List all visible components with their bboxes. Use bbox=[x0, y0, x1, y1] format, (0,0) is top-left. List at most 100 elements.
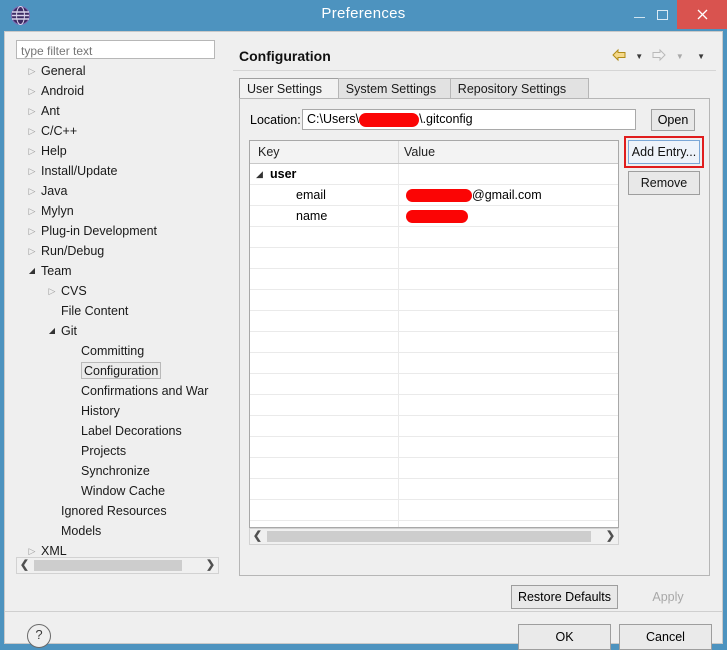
sidebar-item-label: XML bbox=[41, 544, 67, 555]
sidebar-item-history[interactable]: History bbox=[16, 401, 219, 421]
table-row-empty[interactable] bbox=[250, 311, 618, 332]
config-table[interactable]: Key Value ◢ user email @gmail.com name bbox=[249, 140, 619, 528]
sidebar-item-configuration[interactable]: Configuration bbox=[16, 361, 219, 381]
sidebar-item-ignored-resources[interactable]: Ignored Resources bbox=[16, 501, 219, 521]
table-row-empty[interactable] bbox=[250, 458, 618, 479]
table-row[interactable]: ◢ user bbox=[250, 164, 618, 185]
sidebar-item-label: C/C++ bbox=[41, 124, 78, 138]
cell-divider bbox=[398, 164, 399, 184]
table-scroll-left-icon[interactable]: ❮ bbox=[250, 529, 265, 544]
scrollbar-thumb[interactable] bbox=[34, 560, 182, 571]
column-divider[interactable] bbox=[398, 141, 399, 163]
table-row-empty[interactable] bbox=[250, 500, 618, 521]
tab-user-settings[interactable]: User Settings bbox=[239, 78, 339, 99]
chevron-down-icon[interactable]: ◢ bbox=[26, 261, 38, 281]
sidebar-item-file-content[interactable]: File Content bbox=[16, 301, 219, 321]
page-menu-icon[interactable]: ▼ bbox=[697, 52, 705, 61]
table-row-empty[interactable] bbox=[250, 479, 618, 500]
sidebar-item-label-decorations[interactable]: Label Decorations bbox=[16, 421, 219, 441]
restore-defaults-button[interactable]: Restore Defaults bbox=[511, 585, 618, 609]
sidebar-item-help[interactable]: ▷ Help bbox=[16, 141, 219, 161]
chevron-right-icon[interactable]: ▷ bbox=[46, 281, 58, 301]
page-title: Configuration bbox=[239, 48, 331, 64]
sidebar-item-label: Plug-in Development bbox=[41, 224, 158, 238]
table-row-empty[interactable] bbox=[250, 521, 618, 527]
chevron-right-icon[interactable]: ▷ bbox=[26, 121, 38, 141]
chevron-right-icon[interactable]: ▷ bbox=[26, 141, 38, 161]
table-row-empty[interactable] bbox=[250, 290, 618, 311]
sidebar-item-projects[interactable]: Projects bbox=[16, 441, 219, 461]
help-icon[interactable]: ? bbox=[27, 624, 51, 648]
sidebar-item-window-cache[interactable]: Window Cache bbox=[16, 481, 219, 501]
ok-button[interactable]: OK bbox=[518, 624, 611, 650]
chevron-right-icon[interactable]: ▷ bbox=[26, 221, 38, 241]
cell-divider bbox=[398, 416, 399, 436]
column-header-key[interactable]: Key bbox=[258, 141, 280, 163]
table-row-empty[interactable] bbox=[250, 374, 618, 395]
back-arrow-icon[interactable] bbox=[611, 48, 627, 65]
sidebar-item-label: Committing bbox=[81, 344, 145, 358]
table-body[interactable]: ◢ user email @gmail.com name bbox=[250, 164, 618, 527]
chevron-right-icon[interactable]: ▷ bbox=[26, 101, 38, 121]
add-entry-button[interactable]: Add Entry... bbox=[628, 140, 700, 164]
sidebar-item-install-update[interactable]: ▷ Install/Update bbox=[16, 161, 219, 181]
scroll-right-icon[interactable]: ❯ bbox=[203, 558, 218, 573]
maximize-button[interactable] bbox=[647, 0, 677, 29]
cancel-button[interactable]: Cancel bbox=[619, 624, 712, 650]
sidebar-item-synchronize[interactable]: Synchronize bbox=[16, 461, 219, 481]
chevron-right-icon[interactable]: ▷ bbox=[26, 81, 38, 101]
table-row-empty[interactable] bbox=[250, 269, 618, 290]
table-row-empty[interactable] bbox=[250, 248, 618, 269]
chevron-right-icon[interactable]: ▷ bbox=[26, 201, 38, 221]
sidebar-item-label: Confirmations and War bbox=[81, 384, 209, 398]
sidebar-item-java[interactable]: ▷ Java bbox=[16, 181, 219, 201]
table-row-empty[interactable] bbox=[250, 353, 618, 374]
scroll-left-icon[interactable]: ❮ bbox=[17, 558, 32, 573]
tree-horizontal-scrollbar[interactable]: ❮ ❯ bbox=[16, 557, 219, 574]
sidebar-item-mylyn[interactable]: ▷ Mylyn bbox=[16, 201, 219, 221]
sidebar-item-git[interactable]: ◢ Git bbox=[16, 321, 219, 341]
sidebar-item-ant[interactable]: ▷ Ant bbox=[16, 101, 219, 121]
chevron-down-icon[interactable]: ◢ bbox=[256, 164, 263, 184]
sidebar-item-plug-in-development[interactable]: ▷ Plug-in Development bbox=[16, 221, 219, 241]
back-dropdown-icon[interactable]: ▼ bbox=[635, 52, 643, 61]
sidebar-item-run-debug[interactable]: ▷ Run/Debug bbox=[16, 241, 219, 261]
redaction-mark bbox=[359, 112, 420, 127]
table-cell-key: email bbox=[296, 188, 326, 202]
sidebar-item-team[interactable]: ◢ Team bbox=[16, 261, 219, 281]
table-scrollbar-thumb[interactable] bbox=[267, 531, 591, 542]
table-row-empty[interactable] bbox=[250, 227, 618, 248]
chevron-right-icon[interactable]: ▷ bbox=[26, 61, 38, 81]
chevron-right-icon[interactable]: ▷ bbox=[26, 241, 38, 261]
tab-repository-settings[interactable]: Repository Settings bbox=[449, 78, 590, 99]
sidebar-item-committing[interactable]: Committing bbox=[16, 341, 219, 361]
table-row[interactable]: email @gmail.com bbox=[250, 185, 618, 206]
sidebar-item-xml[interactable]: ▷ XML bbox=[16, 541, 219, 555]
table-row-empty[interactable] bbox=[250, 416, 618, 437]
remove-button[interactable]: Remove bbox=[628, 171, 700, 195]
chevron-down-icon[interactable]: ◢ bbox=[46, 321, 58, 341]
sidebar-item-general[interactable]: ▷ General bbox=[16, 61, 219, 81]
chevron-right-icon[interactable]: ▷ bbox=[26, 541, 38, 555]
tab-system-settings[interactable]: System Settings bbox=[337, 78, 451, 99]
sidebar-item-models[interactable]: Models bbox=[16, 521, 219, 541]
location-input[interactable]: C:\Users\ \.gitconfig bbox=[302, 109, 636, 130]
filter-input[interactable] bbox=[16, 40, 215, 59]
open-button[interactable]: Open bbox=[651, 109, 695, 131]
table-row-empty[interactable] bbox=[250, 395, 618, 416]
sidebar-item-android[interactable]: ▷ Android bbox=[16, 81, 219, 101]
table-row-empty[interactable] bbox=[250, 437, 618, 458]
table-row[interactable]: name bbox=[250, 206, 618, 227]
preferences-tree[interactable]: ▷ General ▷ Android ▷ Ant ▷ C/C++ ▷ Help ▷ Install/… bbox=[16, 61, 219, 555]
close-button[interactable] bbox=[677, 0, 727, 29]
sidebar-item-c-c[interactable]: ▷ C/C++ bbox=[16, 121, 219, 141]
column-header-value[interactable]: Value bbox=[404, 141, 435, 163]
sidebar-item-confirmations-and-war[interactable]: Confirmations and War bbox=[16, 381, 219, 401]
table-horizontal-scrollbar[interactable]: ❮ ❯ bbox=[249, 528, 619, 545]
table-scroll-right-icon[interactable]: ❯ bbox=[603, 529, 618, 544]
chevron-right-icon[interactable]: ▷ bbox=[26, 181, 38, 201]
sidebar-item-cvs[interactable]: ▷ CVS bbox=[16, 281, 219, 301]
chevron-right-icon[interactable]: ▷ bbox=[26, 161, 38, 181]
title-divider bbox=[233, 70, 716, 71]
table-row-empty[interactable] bbox=[250, 332, 618, 353]
